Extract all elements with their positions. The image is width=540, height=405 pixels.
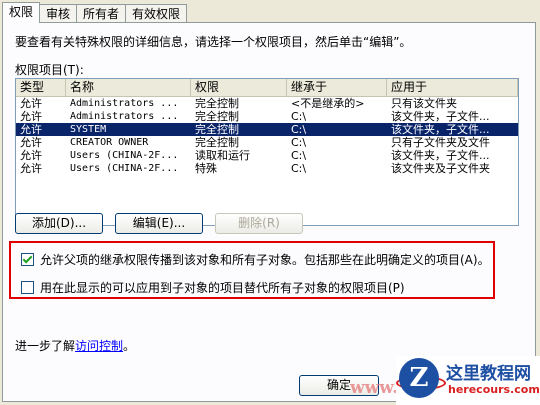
table-row[interactable]: 允许 CREATOR OWNER 完全控制 C:\ 只有子文件夹及文件 — [16, 136, 518, 149]
row-name: SYSTEM — [70, 124, 107, 135]
replace-checkbox-row: 用在此显示的可以应用到子对象的项目替代所有子对象的权限项目(P) — [21, 279, 405, 296]
permissions-panel: 要查看有关特殊权限的详细信息，请选择一个权限项目，然后单击“编辑”。 权限项目(… — [2, 22, 536, 402]
learn-more-text: 进一步了解访问控制。 — [15, 337, 135, 354]
row-inherited-from: <不是继承的> — [291, 97, 365, 110]
row-type: 允许 — [20, 97, 42, 110]
learn-more-prefix: 进一步了解 — [15, 339, 76, 353]
tab-owner[interactable]: 所有者 — [76, 4, 127, 23]
table-row[interactable]: 允许 Users (CHINA-2F... 读取和运行 C:\ 该文件夹，子文件... — [16, 149, 518, 162]
table-row[interactable]: 允许 SYSTEM 完全控制 C:\ 该文件夹，子文件... — [16, 123, 518, 136]
row-inherited-from: C:\ — [291, 123, 307, 136]
watermark-url: herecours.com — [448, 383, 540, 396]
tab-permissions[interactable]: 权限 — [2, 2, 41, 23]
permission-entries-list[interactable]: 类型 名称 权限 继承于 应用于 允许 Administrators ... 完全控… — [15, 78, 519, 226]
row-name: CREATOR OWNER — [70, 137, 149, 148]
row-apply-to: 该文件夹，子文件... — [391, 149, 490, 162]
table-row[interactable]: 允许 Administrators ... 完全控制 C:\ 该文件夹，子文件... — [16, 110, 518, 123]
access-control-link[interactable]: 访问控制 — [75, 339, 123, 353]
row-type: 允许 — [20, 136, 42, 149]
row-apply-to: 只有子文件夹及文件 — [391, 136, 490, 149]
column-header-permission[interactable]: 权限 — [191, 79, 287, 96]
row-name: Users (CHINA-2F... — [70, 163, 179, 174]
edit-button[interactable]: 编辑(E)... — [115, 213, 203, 234]
tab-strip: 权限 审核 所有者 有效权限 — [2, 2, 188, 23]
row-permission: 完全控制 — [195, 110, 239, 123]
column-header-apply-to[interactable]: 应用于 — [387, 79, 518, 96]
row-type: 允许 — [20, 110, 42, 123]
watermark-logo-icon: Z — [399, 358, 439, 398]
permission-entries-label: 权限项目(T): — [15, 63, 84, 77]
table-row[interactable]: 允许 Users (CHINA-2F... 特殊 C:\ 该文件夹及子文件夹 — [16, 162, 518, 175]
list-header: 类型 名称 权限 继承于 应用于 — [16, 79, 518, 97]
row-name: Administrators ... — [70, 111, 179, 122]
watermark: Z 这里教程网 herecours.com — [396, 356, 540, 405]
row-type: 允许 — [20, 123, 42, 136]
replace-child-permissions-checkbox[interactable] — [21, 281, 34, 294]
row-type: 允许 — [20, 149, 42, 162]
column-header-inherited-from[interactable]: 继承于 — [287, 79, 387, 96]
inherit-checkbox-row: 允许父项的继承权限传播到该对象和所有子对象。包括那些在此明确定义的项目(A)。 — [21, 251, 490, 268]
row-apply-to: 该文件夹，子文件... — [391, 123, 490, 136]
inherit-permissions-label: 允许父项的继承权限传播到该对象和所有子对象。包括那些在此明确定义的项目(A)。 — [40, 253, 490, 267]
replace-child-permissions-label: 用在此显示的可以应用到子对象的项目替代所有子对象的权限项目(P) — [40, 281, 405, 295]
row-permission: 读取和运行 — [195, 149, 250, 162]
row-permission: 完全控制 — [195, 136, 239, 149]
row-apply-to: 只有该文件夹 — [391, 97, 457, 110]
inherit-permissions-checkbox[interactable] — [21, 253, 34, 266]
row-inherited-from: C:\ — [291, 162, 307, 175]
learn-more-suffix: 。 — [123, 339, 136, 353]
tab-effective-permissions[interactable]: 有效权限 — [125, 4, 188, 23]
row-permission: 特殊 — [195, 162, 217, 175]
column-header-type[interactable]: 类型 — [16, 79, 66, 96]
row-inherited-from: C:\ — [291, 149, 307, 162]
column-header-name[interactable]: 名称 — [66, 79, 191, 96]
intro-text: 要查看有关特殊权限的详细信息，请选择一个权限项目，然后单击“编辑”。 — [15, 35, 412, 49]
watermark-title: 这里教程网 — [446, 364, 531, 384]
row-apply-to: 该文件夹及子文件夹 — [391, 162, 490, 175]
add-button[interactable]: 添加(D)... — [15, 213, 103, 234]
row-inherited-from: C:\ — [291, 110, 307, 123]
row-inherited-from: C:\ — [291, 136, 307, 149]
row-name: Administrators ... — [70, 98, 179, 109]
table-row[interactable]: 允许 Administrators ... 完全控制 <不是继承的> 只有该文件夹 — [16, 97, 518, 110]
row-permission: 完全控制 — [195, 123, 239, 136]
remove-button[interactable]: 删除(R) — [215, 213, 303, 234]
row-type: 允许 — [20, 162, 42, 175]
row-permission: 完全控制 — [195, 97, 239, 110]
row-apply-to: 该文件夹，子文件... — [391, 110, 490, 123]
tab-auditing[interactable]: 审核 — [39, 4, 78, 23]
row-name: Users (CHINA-2F... — [70, 150, 179, 161]
